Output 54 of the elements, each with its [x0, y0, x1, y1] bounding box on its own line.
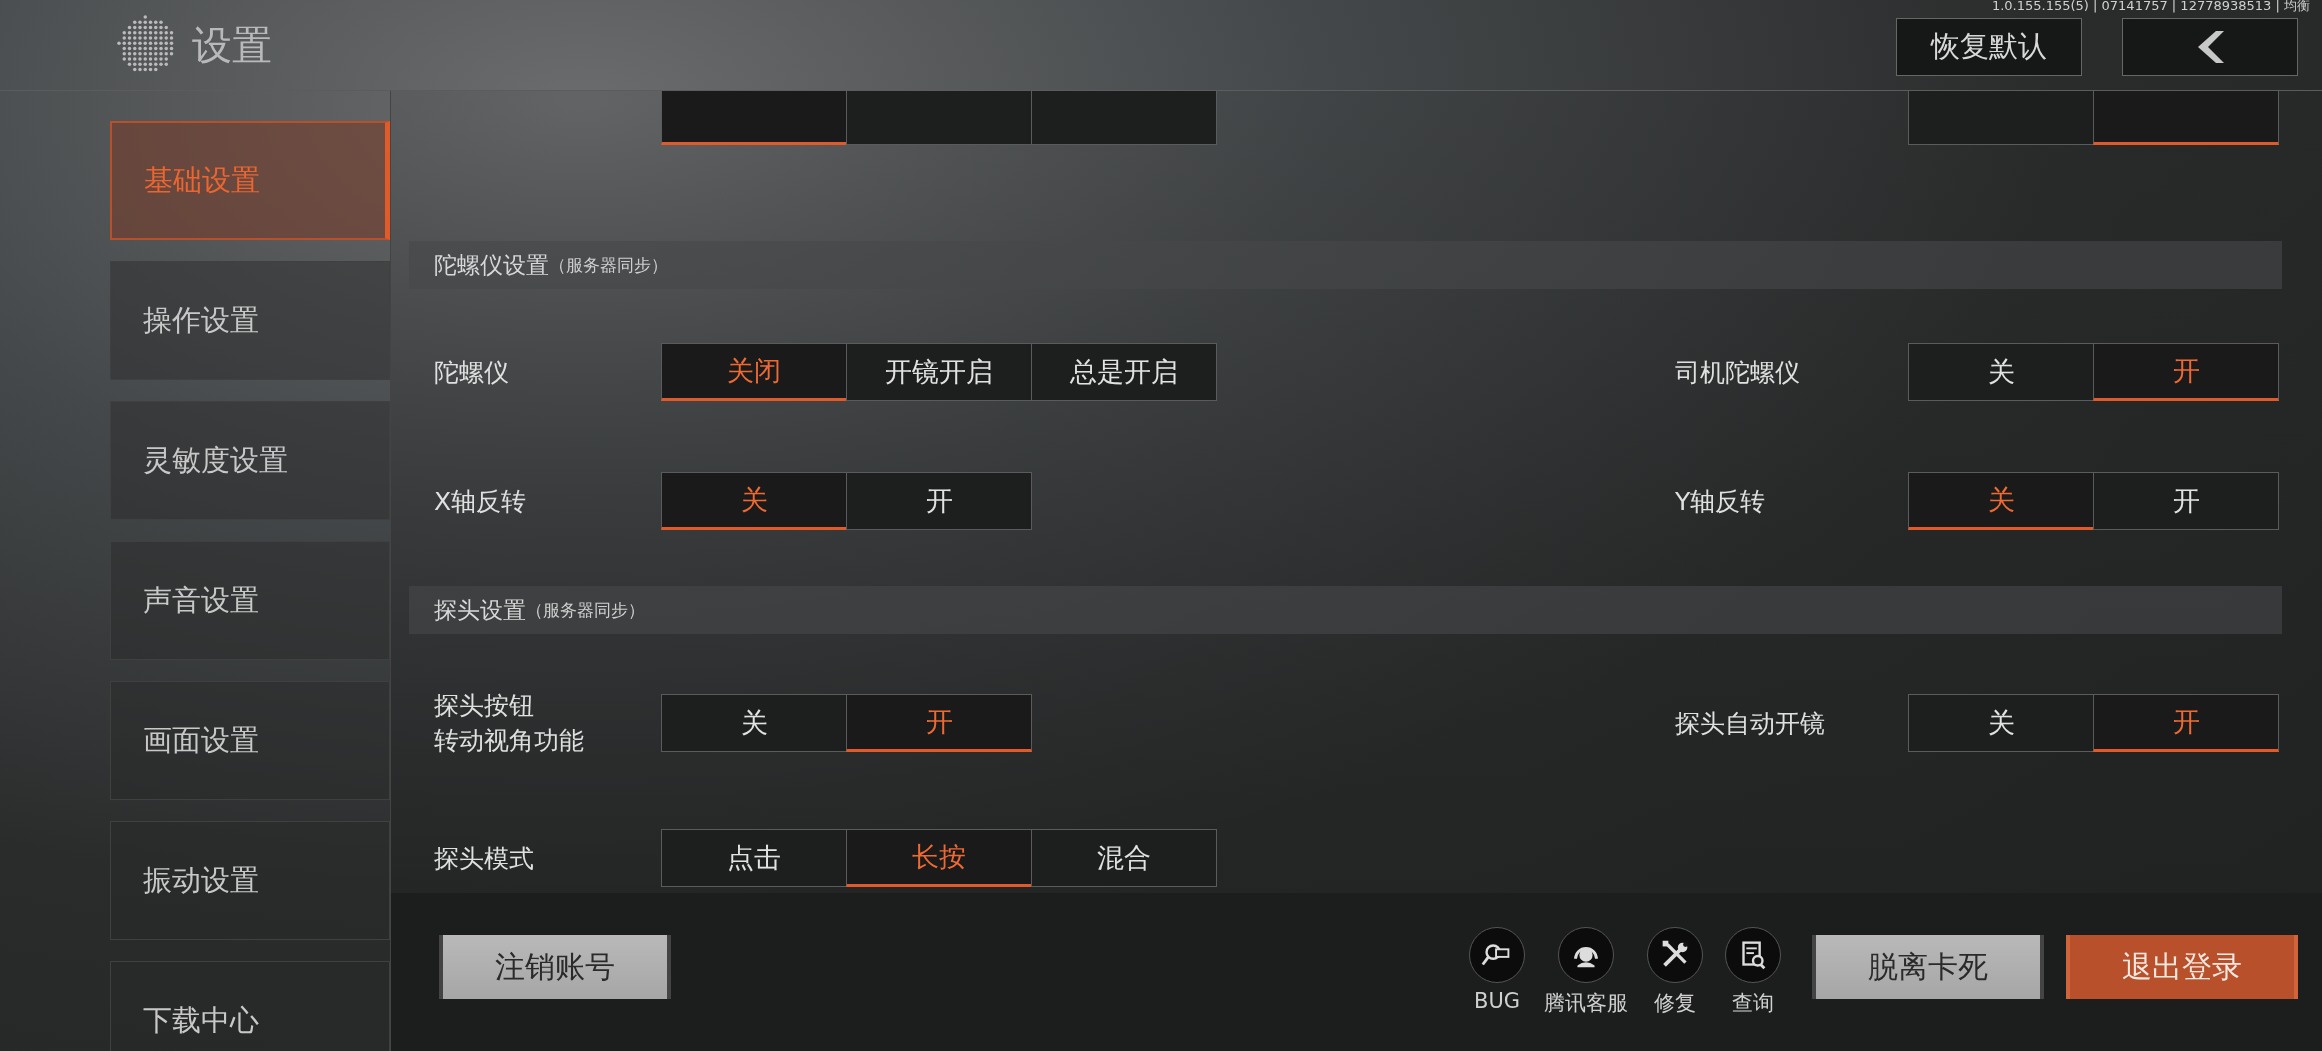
- toggle-option[interactable]: 点击: [661, 829, 847, 887]
- toggle-option[interactable]: [2093, 91, 2279, 145]
- setting-label: 司机陀螺仪: [1675, 356, 1801, 389]
- toggle-option[interactable]: 混合: [1031, 829, 1217, 887]
- version-text: 1.0.155.155(5) | 07141757 | 12778938513 | 均衡: [1991, 0, 2310, 15]
- logout-button[interactable]: 退出登录: [2066, 935, 2298, 999]
- tool-button[interactable]: BUG: [1462, 927, 1532, 1017]
- back-button[interactable]: [2122, 18, 2298, 76]
- sidebar-tab[interactable]: 声音设置: [110, 541, 390, 660]
- tool-button[interactable]: 查询: [1718, 927, 1788, 1017]
- toggle-option[interactable]: 关: [661, 472, 847, 530]
- setting-label: X轴反转: [434, 485, 528, 518]
- toggle-option[interactable]: [846, 91, 1032, 145]
- sidebar-tab[interactable]: 灵敏度设置: [110, 401, 390, 520]
- toggle-option[interactable]: 关: [1908, 472, 2094, 530]
- setting-label: 探头自动开镜: [1675, 707, 1826, 740]
- sidebar-tab[interactable]: 操作设置: [110, 261, 390, 380]
- toggle-option[interactable]: 关: [1908, 343, 2094, 401]
- sidebar-tab[interactable]: 下载中心: [110, 961, 390, 1051]
- toggle-option[interactable]: 开: [846, 694, 1032, 752]
- toggle-option[interactable]: 开: [2093, 343, 2279, 401]
- toggle-option[interactable]: 开镜开启: [846, 343, 1032, 401]
- toggle-option[interactable]: 开: [846, 472, 1032, 530]
- toggle-option[interactable]: [661, 91, 847, 145]
- tool-label: 查询: [1732, 990, 1774, 1017]
- section-title: 探头设置: [434, 595, 526, 625]
- setting-label: 转动视角功能: [434, 725, 584, 757]
- setting-label: 陀螺仪: [434, 356, 510, 389]
- toggle-option[interactable]: 总是开启: [1031, 343, 1217, 401]
- tool-button[interactable]: 腾讯客服: [1540, 927, 1632, 1017]
- tool-button[interactable]: 修复: [1640, 927, 1710, 1017]
- tool-label: 腾讯客服: [1544, 990, 1628, 1017]
- toggle-option[interactable]: 开: [2093, 472, 2279, 530]
- toggle-option[interactable]: 关: [1908, 694, 2094, 752]
- tool-label: 修复: [1654, 990, 1696, 1017]
- sidebar-tab[interactable]: 振动设置: [110, 821, 390, 940]
- section-title: 陀螺仪设置: [434, 250, 549, 280]
- tool-label: BUG: [1473, 989, 1521, 1013]
- setting-label: 探头模式: [434, 842, 535, 875]
- toggle-option[interactable]: [1031, 91, 1217, 145]
- toggle-option[interactable]: 关闭: [661, 343, 847, 401]
- sidebar-tab[interactable]: 画面设置: [110, 681, 390, 800]
- toggle-option[interactable]: 长按: [846, 829, 1032, 887]
- setting-label: 探头按钮: [434, 690, 534, 722]
- section-note: （服务器同步）: [549, 253, 668, 277]
- unstuck-button[interactable]: 脱离卡死: [1812, 935, 2044, 999]
- setting-label: Y轴反转: [1675, 485, 1767, 518]
- toggle-option[interactable]: 关: [661, 694, 847, 752]
- logout-account-button[interactable]: 注销账号: [439, 935, 671, 999]
- toggle-option[interactable]: [1908, 91, 2094, 145]
- toggle-option[interactable]: 开: [2093, 694, 2279, 752]
- section-note: （服务器同步）: [526, 598, 645, 622]
- restore-defaults-button[interactable]: 恢复默认: [1896, 18, 2082, 76]
- page-title: 设置: [192, 20, 272, 70]
